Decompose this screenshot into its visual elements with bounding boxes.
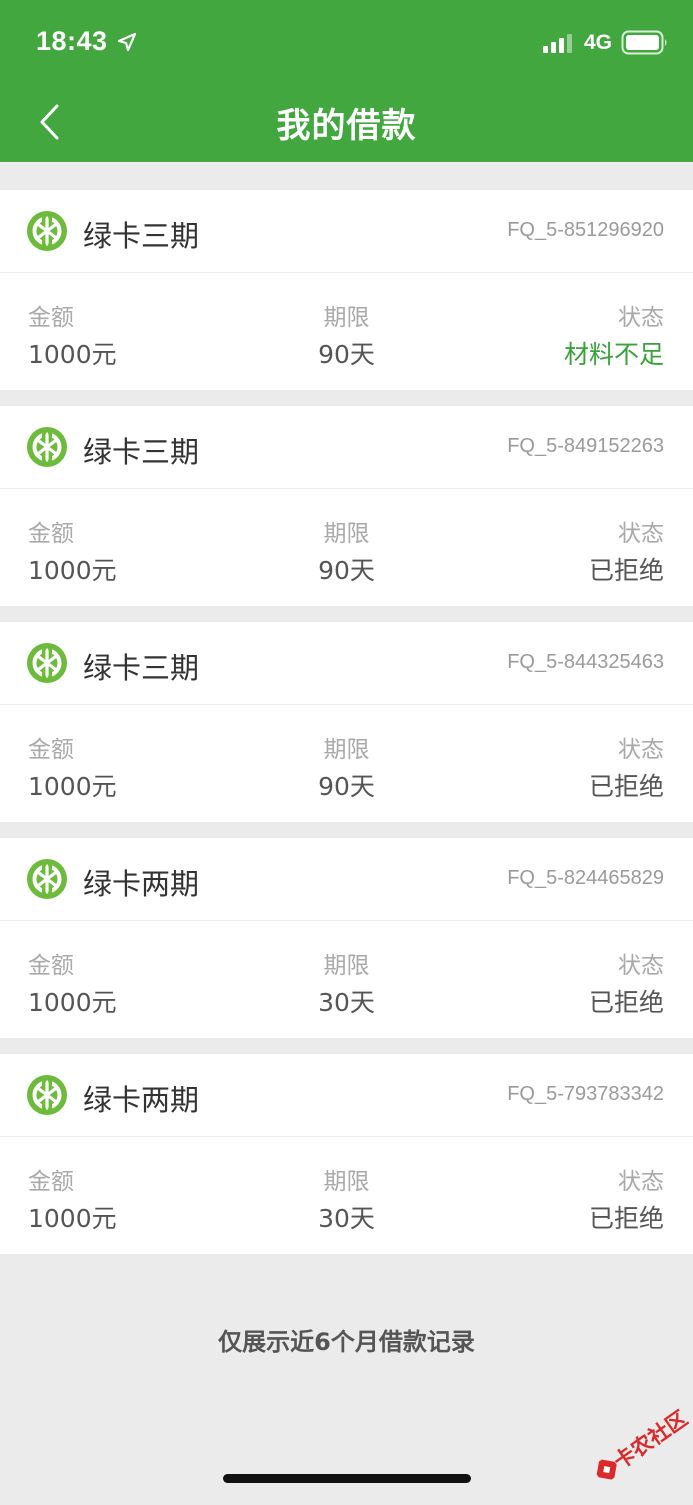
order-id: FQ_5-793783342 (507, 1083, 664, 1105)
status-label: 状态 (618, 1169, 664, 1195)
loan-card[interactable]: 绿卡三期 FQ_5-844325463 金额 期限 状态 1000元 90天 已… (0, 622, 693, 822)
green-card-logo-icon (27, 211, 67, 251)
order-id: FQ_5-824465829 (507, 867, 664, 889)
battery-icon (621, 30, 667, 55)
signal-strength-icon (543, 34, 572, 53)
product-name: 绿卡两期 (83, 867, 200, 901)
green-card-logo-icon (27, 1075, 67, 1115)
loan-card-header: 绿卡三期 FQ_5-849152263 (0, 406, 693, 489)
product-name: 绿卡三期 (83, 651, 200, 685)
status-value: 已拒绝 (588, 556, 664, 585)
term-label: 期限 (323, 305, 370, 331)
loan-card[interactable]: 绿卡三期 FQ_5-849152263 金额 期限 状态 1000元 90天 已… (0, 406, 693, 606)
history-range-note: 仅展示近6个月借款记录 (218, 1328, 475, 1356)
status-value: 已拒绝 (588, 988, 664, 1017)
term-label: 期限 (323, 737, 370, 763)
location-arrow-icon (117, 32, 137, 52)
home-indicator[interactable] (223, 1474, 471, 1483)
status-value: 材料不足 (563, 340, 664, 369)
product-name: 绿卡两期 (83, 1083, 200, 1117)
status-label: 状态 (618, 521, 664, 547)
loan-card-header: 绿卡三期 FQ_5-851296920 (0, 190, 693, 273)
order-id: FQ_5-849152263 (507, 435, 664, 457)
watermark-text: 卡农社区 (609, 1406, 692, 1474)
order-id: FQ_5-851296920 (507, 219, 664, 241)
order-id: FQ_5-844325463 (507, 651, 664, 673)
green-card-logo-icon (27, 859, 67, 899)
navigation-header: 18:43 4G 我的借款 (0, 0, 693, 162)
term-label: 期限 (323, 521, 370, 547)
product-name: 绿卡三期 (83, 219, 200, 253)
loan-card-header: 绿卡两期 FQ_5-824465829 (0, 838, 693, 921)
loan-card-header: 绿卡三期 FQ_5-844325463 (0, 622, 693, 705)
term-label: 期限 (323, 1169, 370, 1195)
status-label: 状态 (618, 737, 664, 763)
page-title: 我的借款 (276, 106, 417, 146)
product-name: 绿卡三期 (83, 435, 200, 469)
loan-card-header: 绿卡两期 FQ_5-793783342 (0, 1054, 693, 1137)
loan-card[interactable]: 绿卡两期 FQ_5-824465829 金额 期限 状态 1000元 30天 已… (0, 838, 693, 1038)
status-label: 状态 (618, 953, 664, 979)
network-type: 4G (584, 31, 613, 54)
status-label: 状态 (618, 305, 664, 331)
loan-card[interactable]: 绿卡两期 FQ_5-793783342 金额 期限 状态 1000元 30天 已… (0, 1054, 693, 1254)
watermark: 卡农社区 (573, 1386, 693, 1505)
status-value: 已拒绝 (588, 772, 664, 801)
term-label: 期限 (323, 953, 370, 979)
green-card-logo-icon (27, 427, 67, 467)
status-value: 已拒绝 (588, 1204, 664, 1233)
green-card-logo-icon (27, 643, 67, 683)
loan-card[interactable]: 绿卡三期 FQ_5-851296920 金额 期限 状态 1000元 90天 材… (0, 190, 693, 390)
status-time: 18:43 (36, 26, 108, 56)
